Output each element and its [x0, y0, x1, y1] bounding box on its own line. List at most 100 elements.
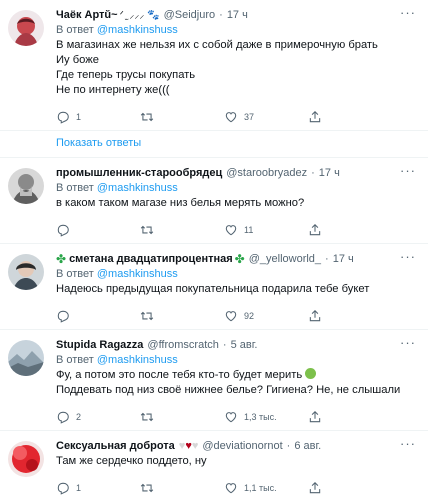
retweet-button[interactable]	[140, 110, 224, 124]
text-line: Надеюсь предыдущая покупательница подари…	[56, 283, 370, 295]
author-name[interactable]: Сексуальная доброта	[56, 439, 175, 454]
text-line: Там же сердечко поддето, ну	[56, 455, 207, 467]
author-handle[interactable]: @ffromscratch	[147, 338, 218, 353]
mention-link[interactable]: @mashkinshuss	[97, 182, 178, 194]
text-line: Поддевать под низ своё нижнее белье? Гиг…	[56, 384, 401, 396]
like-count: 1,3 тыс.	[244, 412, 277, 422]
tweet-text: В магазинах же нельзя их с собой даже в …	[56, 38, 418, 98]
text-line: Иу боже	[56, 54, 99, 66]
author-handle[interactable]: @staroobryadez	[226, 166, 307, 181]
tweet[interactable]: Сексуальная доброта ♥♥♥ @deviationornot …	[0, 431, 428, 501]
timestamp[interactable]: 6 авг.	[294, 439, 321, 454]
action-bar: 1 37	[56, 104, 418, 130]
text-line: Где теперь трусы покупать	[56, 69, 196, 81]
retweet-button[interactable]	[140, 481, 224, 495]
avatar[interactable]	[8, 254, 44, 290]
timestamp[interactable]: 17 ч	[333, 252, 354, 267]
more-options-icon[interactable]: ···	[400, 437, 416, 450]
author-name[interactable]: сметана двадцатипроцентная	[69, 252, 233, 267]
share-button[interactable]	[308, 481, 392, 495]
tweet-text: Надеюсь предыдущая покупательница подари…	[56, 282, 418, 297]
share-button[interactable]	[308, 223, 392, 237]
action-bar: 11	[56, 217, 418, 243]
clover-emoji-icon: ✤	[234, 252, 245, 266]
action-bar: 1 1,1 тыс.	[56, 475, 418, 501]
text-line-content: Фу, а потом это после тебя кто-то будет …	[56, 369, 303, 381]
reply-icon	[56, 110, 70, 124]
like-button[interactable]: 1,3 тыс.	[224, 410, 308, 424]
reply-prefix: В ответ	[56, 24, 94, 36]
tweet-text: Фу, а потом это после тебя кто-то будет …	[56, 368, 418, 398]
author-name[interactable]: промышленник-старообрядец	[56, 166, 222, 181]
reply-prefix: В ответ	[56, 182, 94, 194]
author-name[interactable]: Stupida Ragazza	[56, 338, 143, 353]
retweet-button[interactable]	[140, 223, 224, 237]
like-button[interactable]: 11	[224, 223, 308, 237]
share-icon	[308, 110, 322, 124]
tweet[interactable]: Чаёк Артŭ~ ᐟ ̫ ⸝⸝⸝ 🐾 @Seidjuro · 17 ч ··…	[0, 0, 428, 131]
clover-emoji-icon: ✤	[56, 252, 67, 266]
action-bar: 92	[56, 303, 418, 329]
separator-dot: ·	[325, 253, 329, 265]
timestamp[interactable]: 5 авг.	[231, 338, 258, 353]
like-icon	[224, 110, 238, 124]
share-button[interactable]	[308, 309, 392, 323]
retweet-icon	[140, 481, 154, 495]
like-button[interactable]: 1,1 тыс.	[224, 481, 308, 495]
author-handle[interactable]: @deviationornot	[202, 439, 282, 454]
tweet[interactable]: промышленник-старообрядец @staroobryadez…	[0, 158, 428, 244]
retweet-icon	[140, 110, 154, 124]
mention-link[interactable]: @mashkinshuss	[97, 354, 178, 366]
like-count: 37	[244, 112, 255, 122]
share-button[interactable]	[308, 410, 392, 424]
more-options-icon[interactable]: ···	[400, 6, 416, 19]
timestamp[interactable]: 17 ч	[319, 166, 340, 181]
share-icon	[308, 481, 322, 495]
share-button[interactable]	[308, 110, 392, 124]
retweet-icon	[140, 410, 154, 424]
like-button[interactable]: 92	[224, 309, 308, 323]
more-options-icon[interactable]: ···	[400, 164, 416, 177]
name-emoji: ᐟ ̫ ⸝⸝⸝ 🐾	[119, 10, 160, 21]
tweet-text: в каком таком магазе низ белья мерять мо…	[56, 196, 418, 211]
reply-count: 1	[76, 112, 82, 122]
tweet-header: ✤ сметана двадцатипроцентная ✤ @_yellowo…	[56, 252, 418, 267]
separator-dot: ·	[222, 339, 227, 351]
show-replies-link[interactable]: Показать ответы	[0, 131, 428, 158]
retweet-button[interactable]	[140, 309, 224, 323]
reply-button[interactable]: 1	[56, 110, 140, 124]
reply-button[interactable]: 2	[56, 410, 140, 424]
author-handle[interactable]: @_yelloworld_	[249, 252, 321, 267]
reply-button[interactable]	[56, 309, 140, 323]
timestamp[interactable]: 17 ч	[227, 8, 248, 23]
replies-feed: Чаёк Артŭ~ ᐟ ̫ ⸝⸝⸝ 🐾 @Seidjuro · 17 ч ··…	[0, 0, 428, 501]
share-icon	[308, 223, 322, 237]
tweet[interactable]: Stupida Ragazza @ffromscratch · 5 авг. ·…	[0, 330, 428, 431]
separator-dot: ·	[219, 9, 223, 21]
avatar[interactable]	[8, 10, 44, 46]
retweet-icon	[140, 309, 154, 323]
like-button[interactable]: 37	[224, 110, 308, 124]
reply-context: В ответ @mashkinshuss	[56, 267, 418, 282]
avatar[interactable]	[8, 340, 44, 376]
more-options-icon[interactable]: ···	[400, 250, 416, 263]
retweet-button[interactable]	[140, 410, 224, 424]
avatar[interactable]	[8, 441, 44, 477]
like-icon	[224, 410, 238, 424]
share-icon	[308, 309, 322, 323]
text-line: Фу, а потом это после тебя кто-то будет …	[56, 368, 418, 383]
action-bar: 2 1,3 тыс.	[56, 404, 418, 430]
mention-link[interactable]: @mashkinshuss	[97, 24, 178, 36]
reply-button[interactable]	[56, 223, 140, 237]
like-count: 1,1 тыс.	[244, 483, 277, 493]
avatar[interactable]	[8, 168, 44, 204]
reply-icon	[56, 481, 70, 495]
more-options-icon[interactable]: ···	[400, 336, 416, 349]
tweet[interactable]: ✤ сметана двадцатипроцентная ✤ @_yellowo…	[0, 244, 428, 330]
mention-link[interactable]: @mashkinshuss	[97, 268, 178, 280]
author-name[interactable]: Чаёк Артŭ~	[56, 8, 118, 23]
separator-dot: ·	[286, 440, 291, 452]
author-handle[interactable]: @Seidjuro	[164, 8, 216, 23]
reply-button[interactable]: 1	[56, 481, 140, 495]
text-line: в каком таком магазе низ белья мерять мо…	[56, 197, 305, 209]
